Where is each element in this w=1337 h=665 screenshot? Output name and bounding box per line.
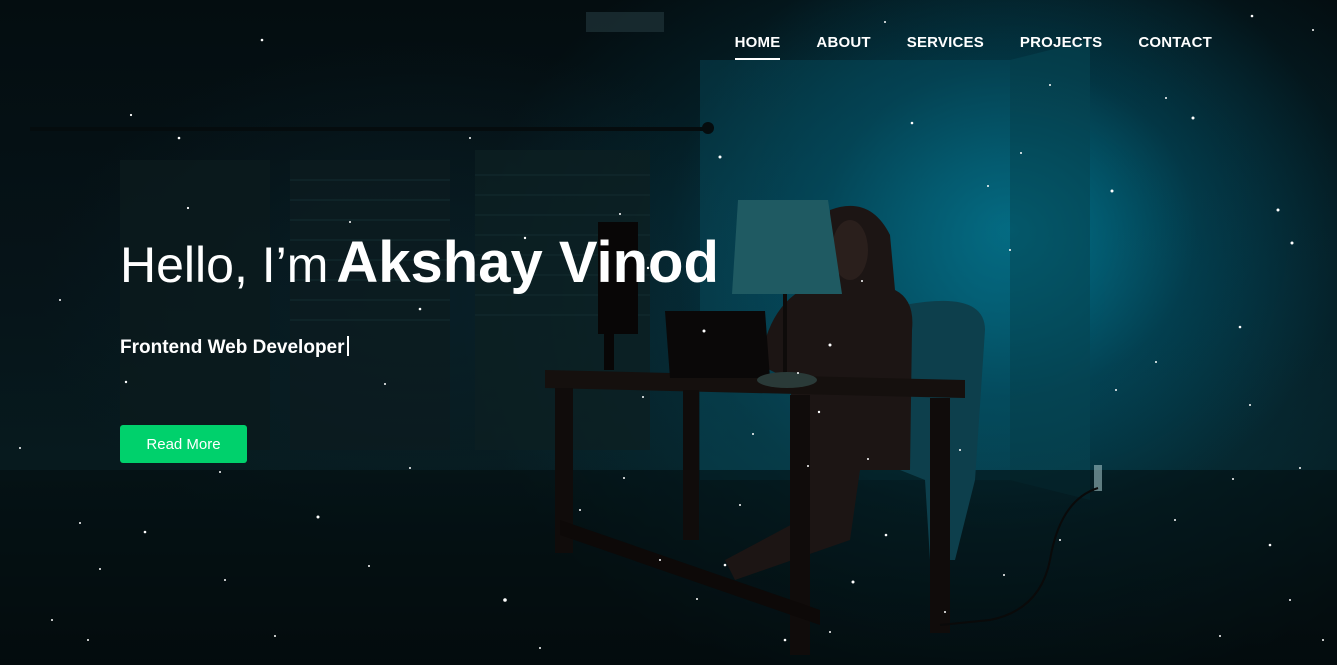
main-nav: HOME ABOUT SERVICES PROJECTS CONTACT — [734, 34, 1212, 60]
nav-item-projects[interactable]: PROJECTS — [1020, 34, 1102, 59]
typing-cursor — [346, 335, 349, 356]
hero-name: Akshay Vinod — [336, 230, 719, 295]
hero-section: HOME ABOUT SERVICES PROJECTS CONTACT Hel… — [0, 0, 1337, 665]
nav-item-about[interactable]: ABOUT — [816, 34, 870, 59]
read-more-button[interactable]: Read More — [120, 425, 247, 463]
hero-greeting: Hello, I’m — [120, 237, 329, 293]
hero-heading: Hello, I’m Akshay Vinod — [120, 228, 719, 298]
hero-role-text: Frontend Web Developer — [120, 336, 345, 358]
hero-role: Frontend Web Developer — [120, 335, 719, 359]
nav-item-home[interactable]: HOME — [734, 34, 781, 60]
nav-item-contact[interactable]: CONTACT — [1138, 34, 1212, 59]
hero-content: Hello, I’m Akshay Vinod Frontend Web Deve… — [120, 228, 719, 359]
nav-item-services[interactable]: SERVICES — [907, 34, 984, 59]
